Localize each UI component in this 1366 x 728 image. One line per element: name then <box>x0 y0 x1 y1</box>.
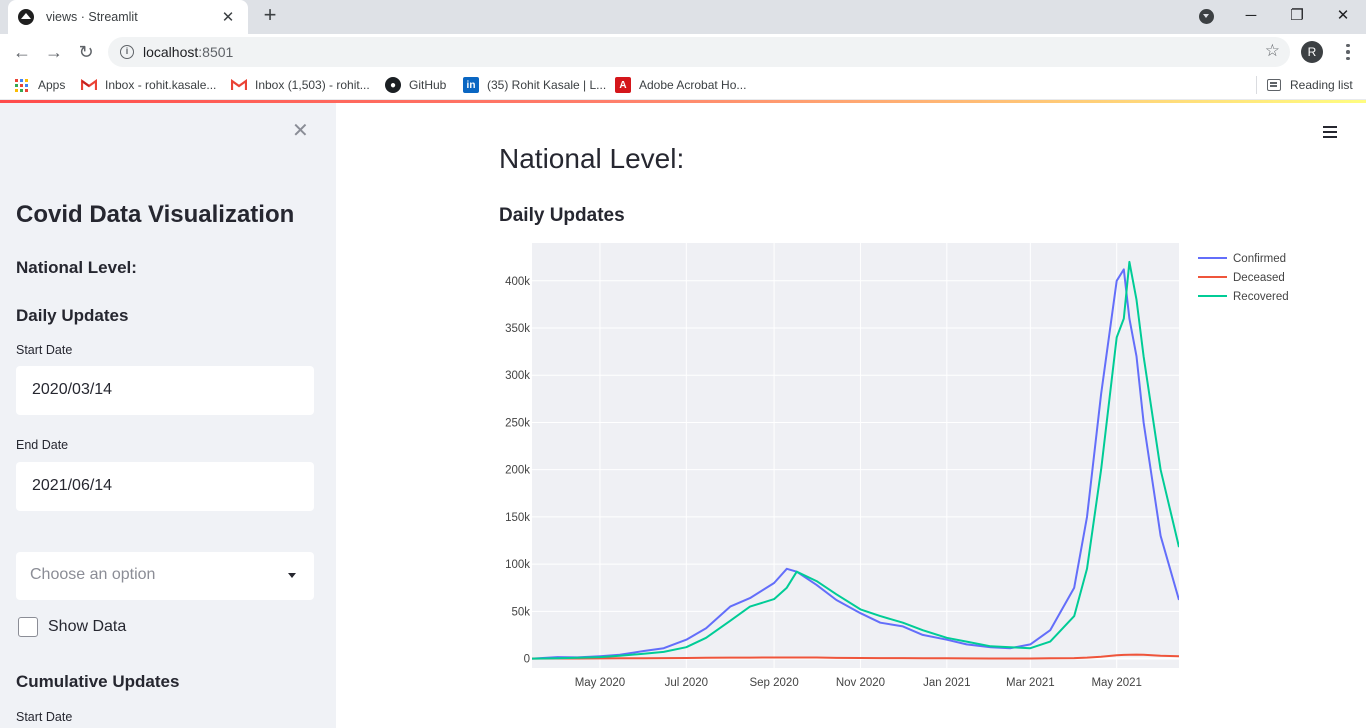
sidebar-daily-heading: Daily Updates <box>16 306 129 325</box>
show-data-label[interactable]: Show Data <box>48 618 126 636</box>
minimize-icon[interactable]: ─ <box>1238 4 1264 28</box>
legend-label: Recovered <box>1233 291 1289 303</box>
browser-tab-strip: views · Streamlit ✕ + ─ ❐ ✕ <box>0 0 1366 34</box>
bookmarks-separator <box>1256 76 1257 94</box>
bookmark-apps[interactable]: Apps <box>15 77 65 93</box>
address-bar[interactable]: i localhost:8501 ☆ <box>108 37 1290 67</box>
bookmark-acrobat[interactable]: A Adobe Acrobat Ho... <box>615 77 746 93</box>
x-tick-label: May 2020 <box>575 677 626 689</box>
streamlit-favicon-icon <box>18 9 34 25</box>
sidebar-cumulative-heading: Cumulative Updates <box>16 672 180 691</box>
x-tick-label: Sep 2020 <box>749 677 798 689</box>
bookmark-github[interactable]: ● GitHub <box>385 77 446 93</box>
y-tick-label: 100k <box>505 559 530 571</box>
reading-list-button[interactable]: Reading list <box>1267 77 1353 93</box>
page-title: National Level: <box>499 143 685 174</box>
restore-icon[interactable]: ❐ <box>1284 4 1310 28</box>
y-tick-label: 400k <box>505 276 530 288</box>
close-window-icon[interactable]: ✕ <box>1330 4 1356 28</box>
browser-menu-icon[interactable] <box>1338 40 1358 64</box>
acrobat-icon: A <box>615 77 631 93</box>
plot-area <box>532 243 1179 668</box>
start-date-label: Start Date <box>16 343 73 357</box>
bookmark-inbox-1[interactable]: Inbox - rohit.kasale... <box>81 77 216 93</box>
y-tick-label: 350k <box>505 323 530 335</box>
x-tick-label: Mar 2021 <box>1006 677 1055 689</box>
tab-close-icon[interactable]: ✕ <box>218 8 238 26</box>
bookmarks-bar: Apps Inbox - rohit.kasale... Inbox (1,50… <box>0 70 1366 100</box>
x-tick-label: May 2021 <box>1091 677 1142 689</box>
legend-label: Deceased <box>1233 272 1285 284</box>
y-tick-label: 50k <box>511 606 530 618</box>
y-tick-label: 200k <box>505 465 530 477</box>
gmail-icon <box>231 77 247 93</box>
sidebar-national-heading: National Level: <box>16 258 137 277</box>
forward-icon[interactable]: → <box>42 40 66 64</box>
chevron-down-icon <box>288 573 296 578</box>
apps-grid-icon <box>15 78 28 92</box>
start-date-input[interactable]: 2020/03/14 <box>16 366 314 415</box>
sidebar: ✕ Covid Data Visualization National Leve… <box>0 103 336 728</box>
daily-updates-chart[interactable]: 0 50k 100k 150k 200k 250k 300k 350k 400k May 2020… <box>490 235 1320 690</box>
end-date-input[interactable]: 2021/06/14 <box>16 462 314 511</box>
site-info-icon[interactable]: i <box>120 45 134 59</box>
select-placeholder: Choose an option <box>30 566 156 583</box>
x-tick-label: Nov 2020 <box>836 677 885 689</box>
bookmark-star-icon[interactable]: ☆ <box>1265 41 1280 61</box>
tab-search-icon[interactable] <box>1199 9 1214 24</box>
new-tab-button[interactable]: + <box>258 4 282 28</box>
y-tick-label: 250k <box>505 417 530 429</box>
y-tick-label: 150k <box>505 512 530 524</box>
gmail-icon <box>81 77 97 93</box>
sidebar-title: Covid Data Visualization <box>16 201 295 228</box>
page-subtitle: Daily Updates <box>499 205 625 226</box>
sidebar-close-icon[interactable]: ✕ <box>292 118 309 143</box>
linkedin-icon: in <box>463 77 479 93</box>
x-tick-label: Jul 2020 <box>665 677 708 689</box>
bookmark-linkedin[interactable]: in (35) Rohit Kasale | L... <box>463 77 606 93</box>
browser-tab[interactable]: views · Streamlit ✕ <box>8 0 248 34</box>
browser-toolbar: ← → ↻ i localhost:8501 ☆ R <box>0 34 1366 70</box>
bookmark-inbox-2[interactable]: Inbox (1,503) - rohit... <box>231 77 370 93</box>
show-data-checkbox[interactable] <box>18 617 38 637</box>
reading-list-icon <box>1267 79 1281 91</box>
start-date-label-2: Start Date <box>16 710 73 724</box>
hamburger-menu-icon[interactable] <box>1323 126 1337 138</box>
y-tick-label: 300k <box>505 370 530 382</box>
tab-title: views · Streamlit <box>46 10 138 24</box>
option-select[interactable]: Choose an option <box>16 552 314 600</box>
profile-avatar[interactable]: R <box>1301 41 1323 63</box>
reload-icon[interactable]: ↻ <box>74 40 98 64</box>
legend-label: Confirmed <box>1233 253 1286 265</box>
y-tick-label: 0 <box>524 654 530 666</box>
end-date-label: End Date <box>16 438 69 452</box>
x-tick-label: Jan 2021 <box>923 677 970 689</box>
url-text: localhost:8501 <box>143 44 234 60</box>
github-icon: ● <box>385 77 401 93</box>
back-icon[interactable]: ← <box>10 40 34 64</box>
